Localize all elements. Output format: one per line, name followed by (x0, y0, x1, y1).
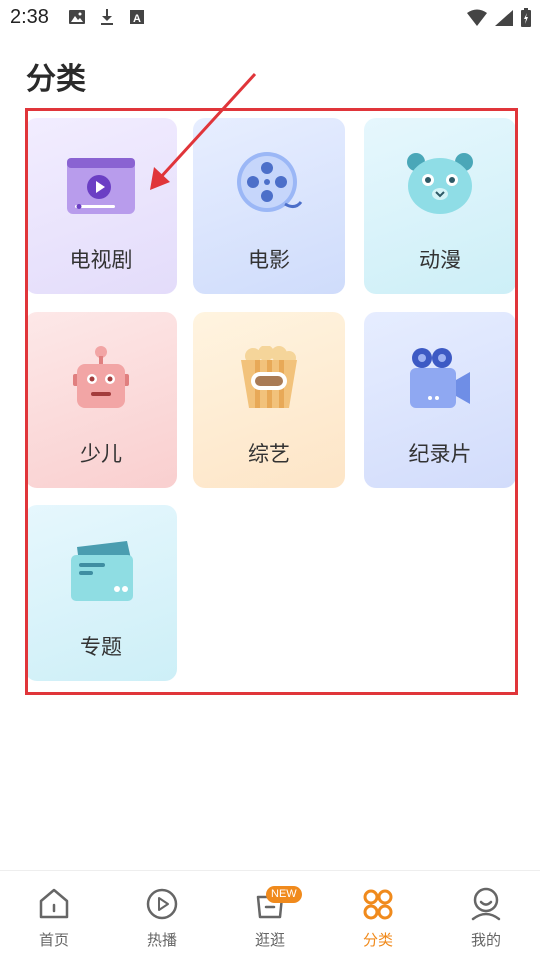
status-time: 2:38 (10, 6, 49, 28)
category-card-anime[interactable]: 动漫 (364, 118, 516, 294)
nav-label: 逛逛 (254, 932, 285, 949)
nav-label: 我的 (470, 932, 501, 949)
category-label: 少儿 (80, 443, 122, 466)
robot-icon (73, 346, 129, 408)
category-card-movie[interactable]: 电影 (193, 118, 345, 294)
bear-icon (407, 153, 473, 214)
image-icon (69, 10, 85, 24)
wifi-icon (467, 9, 487, 26)
nav-label: 首页 (38, 932, 69, 949)
nav-item-hot[interactable]: 热播 (108, 871, 216, 961)
category-icon (363, 889, 393, 920)
category-label: 动漫 (419, 249, 461, 272)
category-label: 综艺 (248, 443, 290, 466)
category-card-documentary[interactable]: 纪录片 (364, 312, 516, 488)
home-icon (39, 888, 69, 919)
battery-icon (521, 8, 531, 27)
new-badge: NEW (266, 886, 302, 903)
play-icon (146, 888, 178, 920)
category-card-kids[interactable]: 少儿 (25, 312, 177, 488)
font-icon: A (130, 10, 144, 25)
nav-item-profile[interactable]: 我的 (432, 871, 540, 961)
nav-item-browse[interactable]: 逛逛 (216, 871, 324, 961)
nav-label: 分类 (362, 932, 393, 949)
film-reel-icon (237, 152, 303, 212)
signal-icon (495, 10, 513, 26)
status-bar: 2:38 A (0, 0, 540, 36)
nav-item-home[interactable]: 首页 (0, 871, 108, 961)
page-title: 分类 (26, 63, 86, 96)
category-card-variety[interactable]: 综艺 (193, 312, 345, 488)
category-label: 电视剧 (69, 249, 133, 272)
category-label: 纪录片 (408, 443, 472, 466)
category-card-tv[interactable]: 电视剧 (25, 118, 177, 294)
profile-icon (471, 887, 501, 921)
category-label: 电影 (248, 249, 290, 272)
category-label: 专题 (80, 636, 122, 659)
download-icon (101, 9, 113, 25)
nav-label: 热播 (146, 932, 177, 949)
nav-item-category[interactable]: 分类 (324, 871, 432, 961)
bottom-nav: 首页 热播 逛逛 分类 我的 (0, 870, 540, 961)
card-icon (71, 541, 133, 601)
tv-icon (67, 158, 135, 214)
svg-text:A: A (133, 13, 141, 25)
category-card-topic[interactable]: 专题 (25, 505, 177, 681)
popcorn-icon (241, 346, 297, 408)
camera-icon (410, 348, 470, 408)
